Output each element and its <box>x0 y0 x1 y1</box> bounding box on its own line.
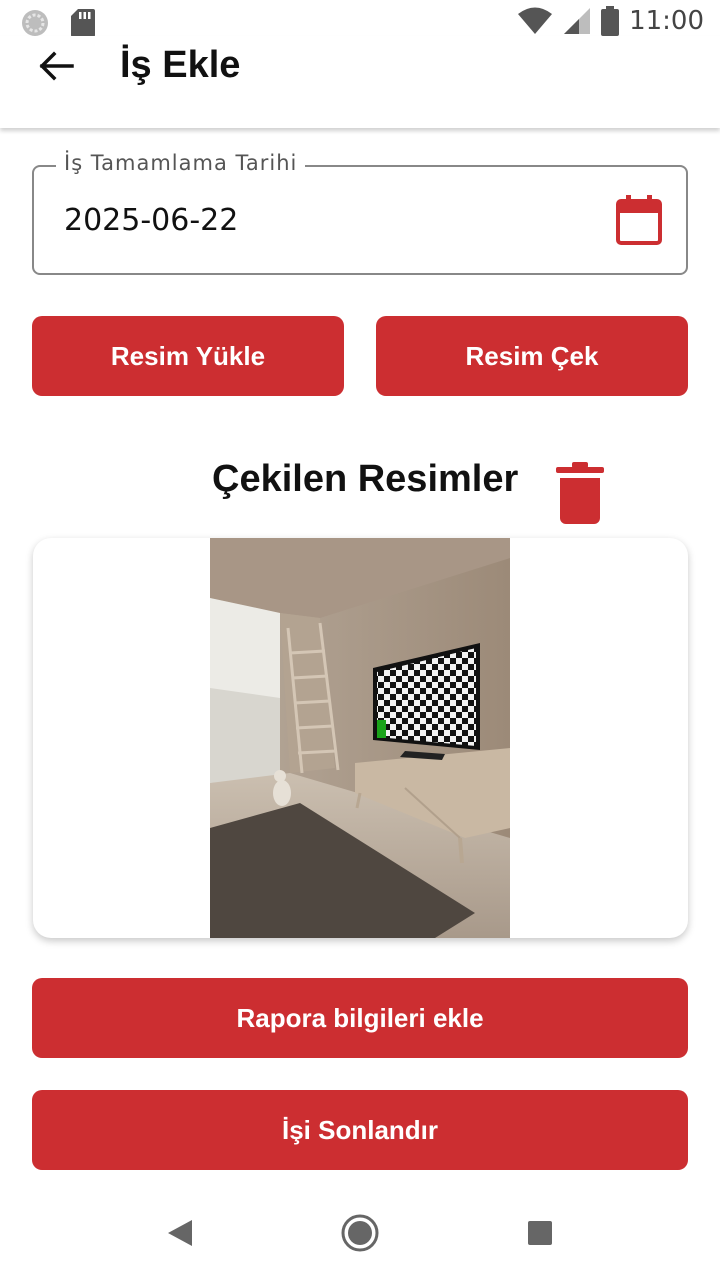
arrow-left-icon <box>39 51 74 81</box>
sync-icon <box>22 10 48 36</box>
status-bar-left <box>20 8 96 38</box>
calendar-icon[interactable] <box>616 195 662 245</box>
add-report-info-button[interactable]: Rapora bilgileri ekle <box>32 978 688 1058</box>
captured-photo-thumbnail[interactable] <box>210 538 510 938</box>
system-navigation-bar <box>0 1190 720 1280</box>
capture-image-button[interactable]: Resim Çek <box>376 316 688 396</box>
cellular-signal-icon <box>564 8 591 34</box>
finish-job-button[interactable]: İşi Sonlandır <box>32 1090 688 1170</box>
page-title: İş Ekle <box>120 44 241 86</box>
completion-date-label: İş Tamamlama Tarihi <box>56 151 306 175</box>
captured-photos-card <box>33 538 688 938</box>
nav-home-button[interactable] <box>335 1208 385 1258</box>
status-bar-right: 11:00 <box>517 6 704 36</box>
completion-date-value[interactable]: 2025-06-22 <box>64 203 238 238</box>
back-button[interactable] <box>34 44 78 88</box>
captured-photos-title: Çekilen Resimler <box>212 458 519 500</box>
upload-image-button[interactable]: Resim Yükle <box>32 316 344 396</box>
sd-card-icon <box>71 9 95 37</box>
app-bar: İş Ekle <box>0 36 720 128</box>
nav-back-button[interactable] <box>155 1208 205 1258</box>
recents-square-icon <box>528 1221 552 1245</box>
completion-date-field[interactable]: İş Tamamlama Tarihi 2025-06-22 <box>32 151 688 275</box>
nav-recents-button[interactable] <box>515 1208 565 1258</box>
home-circle-icon <box>341 1214 379 1252</box>
battery-icon <box>601 6 620 36</box>
trash-icon[interactable] <box>556 460 604 526</box>
wifi-icon <box>518 7 553 34</box>
back-triangle-icon <box>168 1220 192 1246</box>
status-time: 11:00 <box>629 6 704 36</box>
